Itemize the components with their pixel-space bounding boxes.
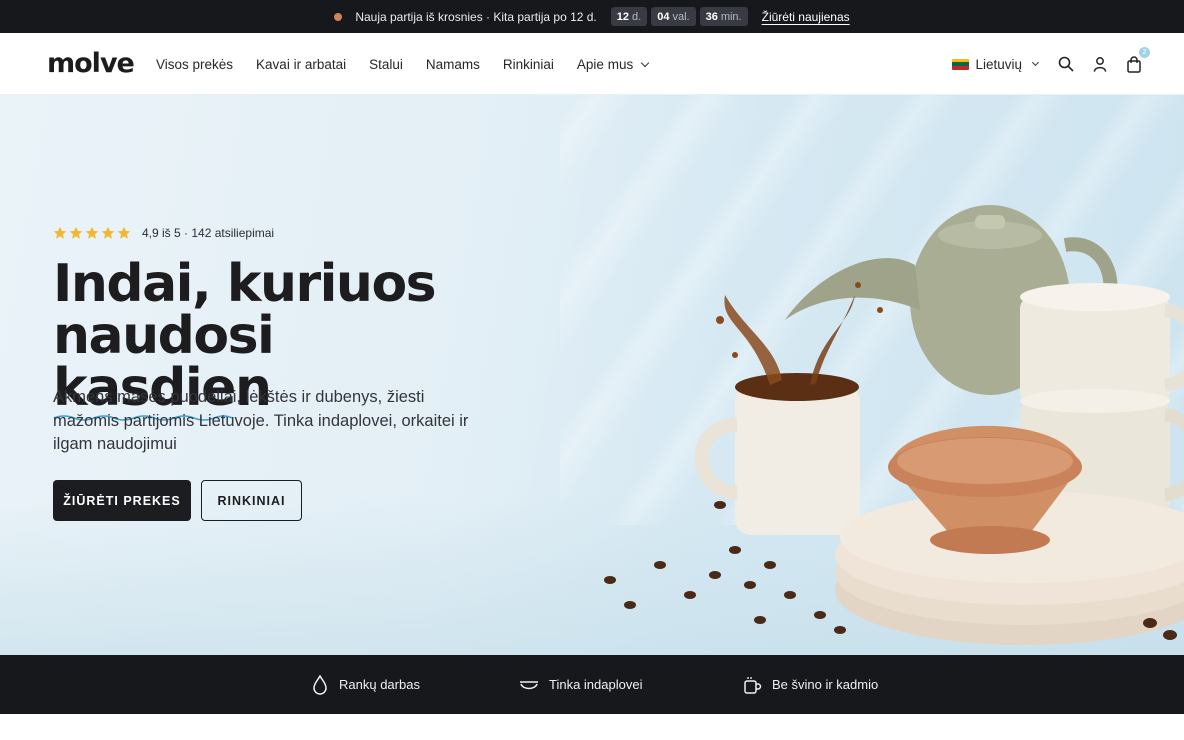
star-icon [101,226,115,239]
features-strip: Rankų darbas Tinka indaplovei Be švino i… [0,655,1184,714]
language-selector[interactable]: Lietuvių [952,56,1040,72]
mug-icon [744,676,762,694]
status-dot [334,12,343,21]
view-products-button[interactable]: Žiūrėti prekes [53,480,191,521]
dish-icon [520,680,538,689]
announcement-message: Nauja partija iš krosnies · Kita partija… [355,9,597,24]
language-label: Lietuvių [975,56,1022,72]
site-header: molve Visos prekės Kavai ir arbatai Stal… [0,33,1184,95]
countdown: 12 d. 04 val. 36 min. [610,7,748,26]
countdown-minutes: 36 min. [699,7,748,26]
cart-count-badge: 2 [1139,47,1150,58]
chevron-down-icon [640,58,650,67]
feature-label: Rankų darbas [339,677,420,692]
hero-section: 4,9 iš 5 · 142 atsiliepimai Indai, kuriu… [0,95,1184,655]
nav-item-sets[interactable]: Rinkiniai [503,57,554,72]
hero-subtitle: Akmens masės puodeliai, lėkštės ir duben… [53,388,469,453]
countdown-days: 12 d. [610,7,648,26]
star-rating [53,226,131,240]
star-icon [117,226,131,239]
news-link[interactable]: Žiūrėti naujienas [762,10,850,24]
nav-item-coffee-tea[interactable]: Kavai ir arbatai [256,57,346,72]
account-icon[interactable] [1090,54,1110,74]
rating: 4,9 iš 5 · 142 atsiliepimai [53,226,274,240]
feature-label: Be švino ir kadmio [772,677,879,692]
main-nav: Visos prekės Kavai ir arbatai Stalui Nam… [156,33,650,95]
star-icon [85,226,99,239]
star-icon [69,226,83,239]
nav-item-about[interactable]: Apie mus [577,57,650,72]
nav-item-home[interactable]: Namams [426,57,480,72]
countdown-hours: 04 val. [651,7,696,26]
lithuania-flag-icon [952,58,970,70]
cart-icon[interactable]: 2 [1124,47,1150,74]
logo[interactable]: molve [47,48,135,79]
feature-item-handmade: Rankų darbas [311,655,420,714]
hero-image-tableware [604,205,1184,645]
hand-made-icon [313,674,327,695]
nav-item-all-products[interactable]: Visos prekės [156,57,233,72]
star-icon [53,226,67,239]
feature-label: Tinka indaplovei [549,677,643,692]
feature-item-lead-free: Be švino ir kadmio [744,655,878,714]
nav-item-table[interactable]: Stalui [369,57,403,72]
header-tools: Lietuvių 2 [952,33,1150,95]
chevron-down-icon [1031,58,1040,67]
feature-item-dishwasher: Tinka indaplovei [519,655,642,714]
sets-button[interactable]: Rinkiniai [201,480,302,521]
announcement-bar: Nauja partija iš krosnies · Kita partija… [0,0,1184,33]
search-icon[interactable] [1056,54,1076,74]
hero-title-line1: Indai, kuriuos naudosi [53,254,437,366]
rating-text: 4,9 iš 5 · 142 atsiliepimai [142,226,275,240]
